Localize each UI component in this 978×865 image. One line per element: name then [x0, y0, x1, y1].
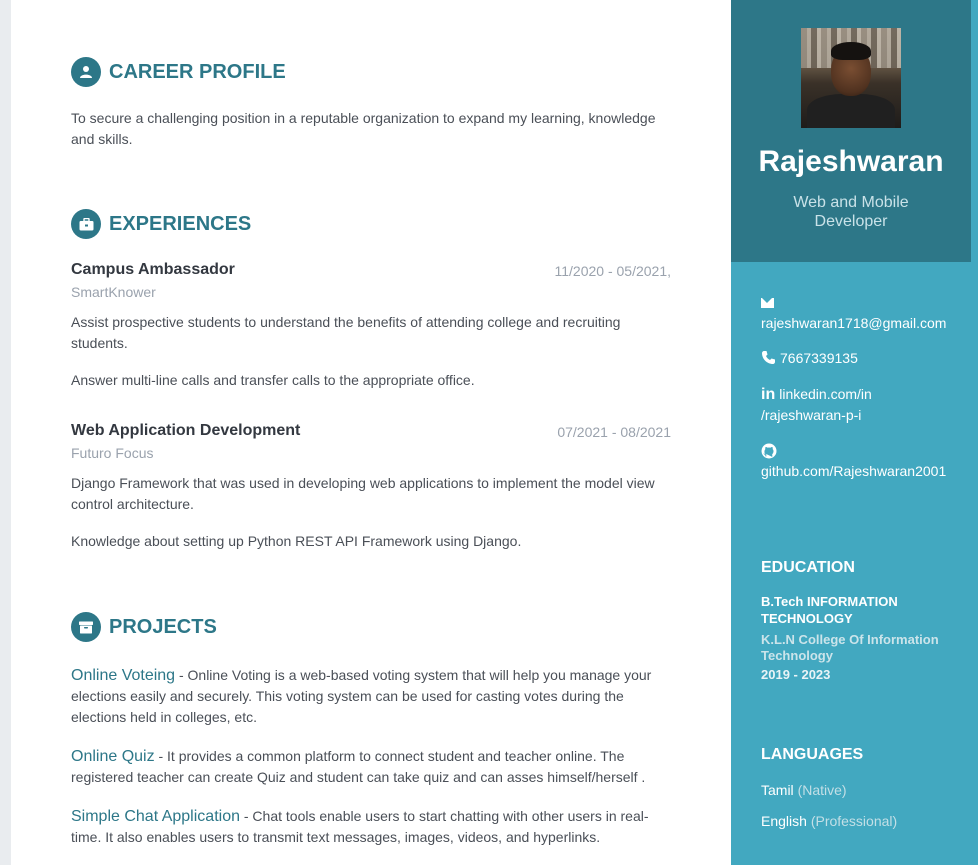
- education-college: K.L.N College Of Information Technology: [761, 632, 939, 663]
- job-detail: Knowledge about setting up Python REST A…: [71, 533, 522, 549]
- language-name: Tamil: [761, 782, 794, 798]
- project-name: Online Voteing: [71, 667, 176, 684]
- job-detail: Answer multi-line calls and transfer cal…: [71, 372, 475, 388]
- project-item: Online Quiz - It provides a common platf…: [71, 746, 671, 788]
- project-name: Simple Chat Application: [71, 808, 240, 825]
- contact-linkedin[interactable]: in linkedin.com/in /rajeshwaran-p-i: [761, 384, 872, 425]
- experiences-title: EXPERIENCES: [109, 212, 252, 235]
- language-level: (Native): [797, 782, 847, 798]
- resume-page: CAREER PROFILE To secure a challenging p…: [11, 0, 978, 865]
- career-profile-header: CAREER PROFILE: [71, 57, 286, 87]
- project-item: Simple Chat Application - Chat tools ena…: [71, 806, 671, 848]
- avatar: [801, 28, 901, 128]
- experiences-header: EXPERIENCES: [71, 209, 251, 239]
- education-title: EDUCATION: [761, 559, 855, 576]
- job-detail: Django Framework that was used in develo…: [71, 475, 655, 512]
- language-name: English: [761, 813, 807, 829]
- contact-email[interactable]: rajeshwaran1718@gmail.com: [761, 293, 946, 333]
- language-item: English (Professional): [761, 813, 897, 829]
- language-item: Tamil (Native): [761, 782, 847, 798]
- education-degree: B.Tech INFORMATION TECHNOLOGY: [761, 594, 898, 626]
- project-item: Online Voteing - Online Voting is a web-…: [71, 665, 671, 728]
- contact-phone[interactable]: 7667339135: [761, 348, 858, 370]
- contact-github[interactable]: github.com/Rajeshwaran2001: [761, 443, 946, 481]
- briefcase-icon: [71, 209, 101, 239]
- job-detail: Assist prospective students to understan…: [71, 314, 621, 351]
- job-title: Campus Ambassador: [71, 261, 235, 278]
- archive-icon: [71, 612, 101, 642]
- phone-icon: [761, 350, 776, 370]
- job-date: 11/2020 - 05/2021,: [554, 263, 671, 279]
- phone-link[interactable]: 7667339135: [780, 350, 858, 366]
- projects-title: PROJECTS: [109, 615, 217, 638]
- linkedin-icon: in: [761, 386, 776, 403]
- project-name: Online Quiz: [71, 748, 155, 765]
- job-date: 07/2021 - 08/2021: [557, 424, 671, 440]
- linkedin-link-cont[interactable]: /rajeshwaran-p-i: [761, 405, 872, 425]
- project-desc: - It provides a common platform to conne…: [71, 748, 646, 785]
- profile-name: Rajeshwaran: [758, 145, 944, 178]
- language-level: (Professional): [810, 813, 898, 829]
- github-link[interactable]: github.com/Rajeshwaran2001: [761, 461, 946, 481]
- job-company: SmartKnower: [71, 284, 156, 300]
- job-company: Futuro Focus: [71, 445, 154, 461]
- envelope-icon: [761, 298, 774, 308]
- email-link[interactable]: rajeshwaran1718@gmail.com: [761, 313, 946, 333]
- career-profile-title: CAREER PROFILE: [109, 60, 286, 83]
- linkedin-link[interactable]: linkedin.com/in: [779, 386, 872, 402]
- education-years: 2019 - 2023: [761, 667, 831, 682]
- sidebar: Rajeshwaran Web and Mobile Developer raj…: [731, 0, 978, 865]
- projects-header: PROJECTS: [71, 612, 217, 642]
- career-profile-text: To secure a challenging position in a re…: [71, 110, 656, 147]
- job-title: Web Application Development: [71, 422, 301, 439]
- profile-tagline: Web and Mobile Developer: [793, 194, 909, 230]
- main-column: CAREER PROFILE To secure a challenging p…: [11, 0, 731, 865]
- languages-title: LANGUAGES: [761, 746, 864, 763]
- github-icon: [761, 443, 946, 461]
- user-icon: [71, 57, 101, 87]
- profile-container: Rajeshwaran Web and Mobile Developer: [731, 0, 971, 262]
